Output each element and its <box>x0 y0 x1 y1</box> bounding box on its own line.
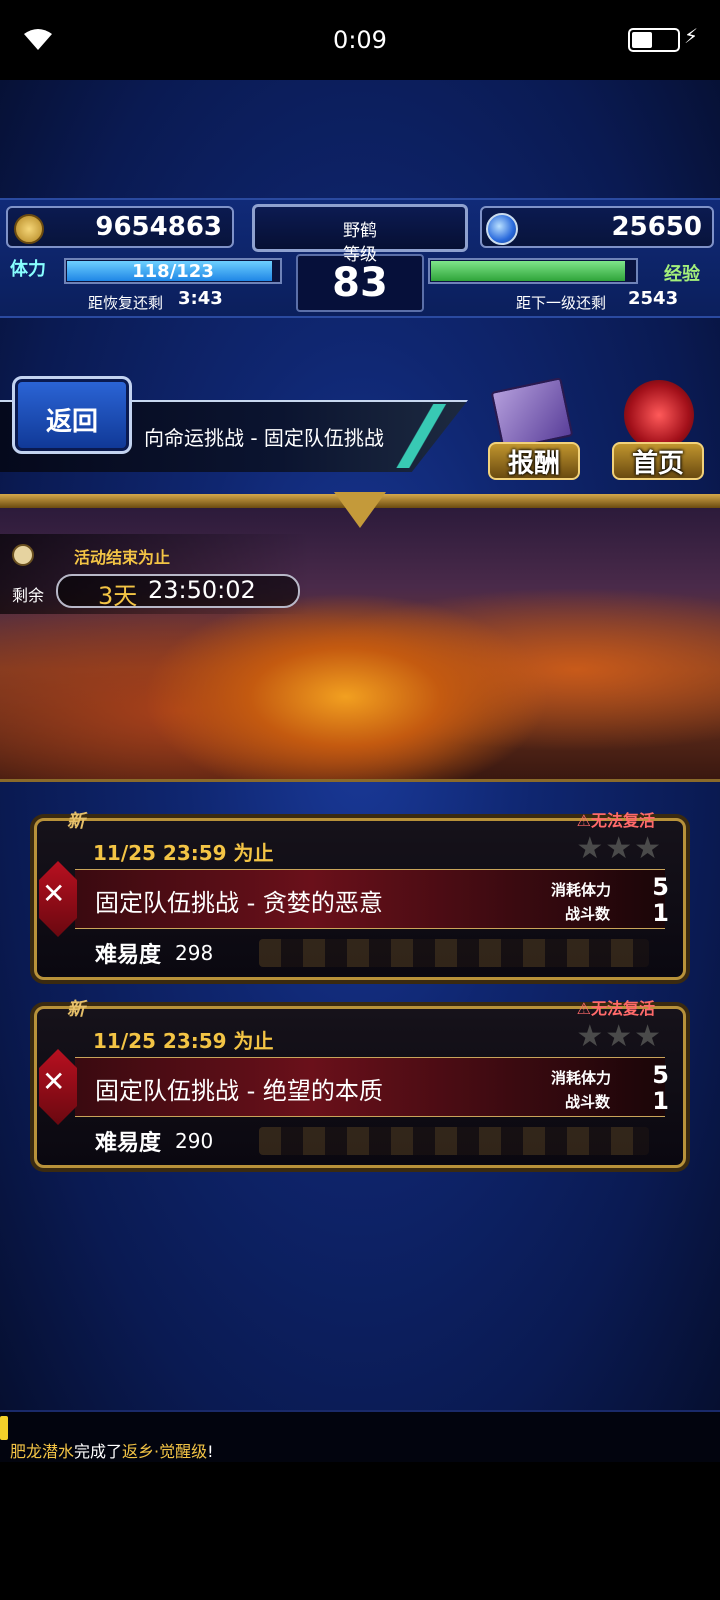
crossed-swords-glyph: ✕ <box>42 877 66 910</box>
no-revive-warning: ⚠无法复活 <box>576 999 655 1018</box>
exp-fill <box>431 261 625 281</box>
battle-count-label: 战斗数 <box>565 905 611 923</box>
ticker-player: 肥龙潜水 <box>10 1442 75 1461</box>
quest-card[interactable]: 新 ⚠无法复活 ★★★ 11/25 23:59 为止 ✕ 固定队伍挑战 - 贪婪… <box>34 811 686 980</box>
countdown-time: 23:50:02 <box>148 576 256 604</box>
bottom-bar <box>0 1462 720 1600</box>
next-level-value: 2543 <box>628 288 679 309</box>
gem-display[interactable]: 25650 <box>480 206 714 248</box>
player-name: 野鹤 <box>343 221 377 241</box>
ornament-strip <box>259 939 649 967</box>
event-end-label: 活动结束为止 <box>74 548 171 567</box>
stamina-cost: 5 <box>652 1061 669 1089</box>
ornament-strip <box>259 1127 649 1155</box>
exp-bar <box>428 258 638 284</box>
difficulty-label: 难易度 <box>95 943 162 968</box>
quest-deadline: 11/25 23:59 为止 <box>93 841 274 865</box>
reward-button[interactable]: 报酬 <box>482 377 586 484</box>
remaining-label: 剩余 <box>12 586 45 605</box>
ticker-verb: 完成了 <box>74 1442 123 1461</box>
top-hud: 9654863 25650 野鹤 等级 83 体力 118/123 距恢复还剩 … <box>0 198 720 318</box>
reward-label: 报酬 <box>507 449 560 479</box>
stamina-bar: 118/123 <box>64 258 282 284</box>
exp-label: 经验 <box>664 264 700 285</box>
battle-count: 1 <box>652 899 669 927</box>
quest-title: 固定队伍挑战 - 贪婪的恶意 <box>95 889 383 917</box>
quest-card[interactable]: 新 ⚠无法复活 ★★★ 11/25 23:59 为止 ✕ 固定队伍挑战 - 绝望… <box>34 999 686 1168</box>
mission-stars: ★★★ <box>576 831 663 866</box>
gil-display: 9654863 <box>6 206 234 248</box>
status-bar: 0:09 ⚡ <box>0 0 720 80</box>
ticker-end: ! <box>207 1442 214 1461</box>
recover-time: 3:43 <box>178 288 223 309</box>
stamina-value: 118/123 <box>132 261 214 282</box>
ticker-marker <box>0 1416 8 1440</box>
stamina-cost-label: 消耗体力 <box>551 881 612 899</box>
back-label: 返回 <box>45 407 98 437</box>
quest-title: 固定队伍挑战 - 绝望的本质 <box>95 1077 383 1105</box>
ticker-achievement: 返乡·觉醒级 <box>122 1442 208 1461</box>
page-title: 向命运挑战 - 固定队伍挑战 <box>144 426 384 450</box>
stamina-cost-label: 消耗体力 <box>551 1069 612 1087</box>
quest-deadline: 11/25 23:59 为止 <box>93 1029 274 1053</box>
mission-stars: ★★★ <box>576 1019 663 1054</box>
stamina-label: 体力 <box>10 259 46 280</box>
home-button[interactable]: 首页 <box>606 380 710 484</box>
no-revive-warning: ⚠无法复活 <box>576 811 655 830</box>
gil-coin-icon <box>14 214 44 244</box>
clock-icon <box>12 544 34 566</box>
status-time: 0:09 <box>333 26 387 54</box>
battle-count-label: 战斗数 <box>565 1093 611 1111</box>
charging-icon: ⚡ <box>683 24 698 48</box>
difficulty-value: 290 <box>175 1129 214 1153</box>
gem-value: 25650 <box>611 212 702 242</box>
gem-icon <box>486 213 518 245</box>
new-badge: 新 <box>67 811 85 832</box>
battery-icon <box>628 28 680 52</box>
gil-value: 9654863 <box>95 212 222 242</box>
recover-label: 距恢复还剩 <box>88 294 164 312</box>
stamina-cost: 5 <box>652 873 669 901</box>
next-level-label: 距下一级还剩 <box>516 294 607 312</box>
countdown-days: 3天 <box>98 582 138 610</box>
home-label: 首页 <box>631 449 684 479</box>
nav-accent <box>390 404 460 468</box>
crossed-swords-glyph: ✕ <box>42 1065 66 1098</box>
home-emblem-icon <box>624 380 694 450</box>
ticker-message: 肥龙潜水完成了返乡·觉醒级! <box>10 1438 214 1462</box>
new-badge: 新 <box>67 999 85 1020</box>
battle-count: 1 <box>652 1087 669 1115</box>
difficulty-value: 298 <box>175 941 214 965</box>
back-button[interactable]: 返回 <box>12 376 132 454</box>
difficulty-label: 难易度 <box>95 1131 162 1156</box>
reward-scroll-icon <box>490 377 574 451</box>
